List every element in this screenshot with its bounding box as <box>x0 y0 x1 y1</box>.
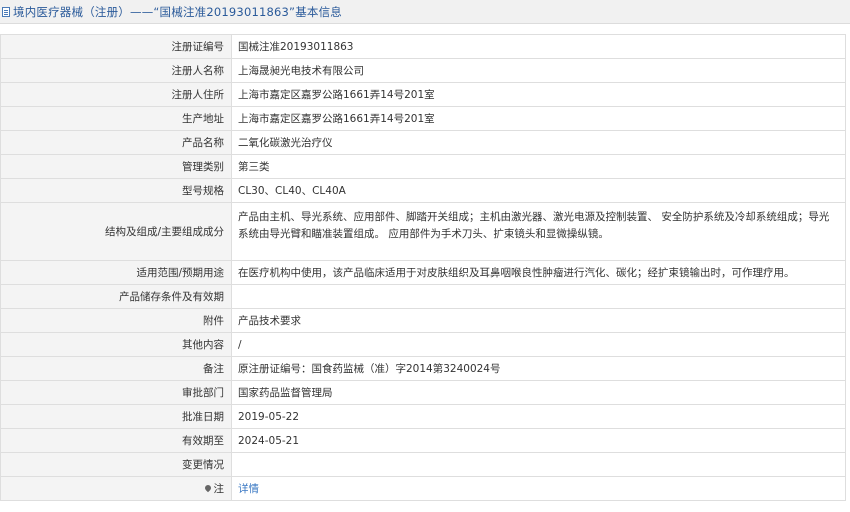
table-row: 注 详情 <box>0 476 846 501</box>
note-label-cell: 注 <box>0 476 232 501</box>
row-value: CL30、CL40、CL40A <box>231 178 846 203</box>
table-row: 其他内容 / <box>0 332 846 357</box>
row-value: 原注册证编号：国食药监械（准）字2014第3240024号 <box>231 356 846 381</box>
table-row: 审批部门 国家药品监督管理局 <box>0 380 846 405</box>
row-label: 审批部门 <box>0 380 232 405</box>
note-value-cell: 详情 <box>231 476 846 501</box>
row-label: 注册人名称 <box>0 58 232 83</box>
table-row: 型号规格 CL30、CL40、CL40A <box>0 178 846 203</box>
row-label: 管理类别 <box>0 154 232 179</box>
row-value: 第三类 <box>231 154 846 179</box>
table-row: 有效期至 2024-05-21 <box>0 428 846 453</box>
table-row: 批准日期 2019-05-22 <box>0 404 846 429</box>
row-value: / <box>231 332 846 357</box>
row-label: 附件 <box>0 308 232 333</box>
row-value: 2019-05-22 <box>231 404 846 429</box>
row-label: 结构及组成/主要组成成分 <box>0 202 232 261</box>
row-label: 注 <box>213 483 225 495</box>
row-value: 产品技术要求 <box>231 308 846 333</box>
table-row: 附件 产品技术要求 <box>0 308 846 333</box>
row-label: 备注 <box>0 356 232 381</box>
row-value: 上海市嘉定区嘉罗公路1661弄14号201室 <box>231 82 846 107</box>
table-row: 变更情况 <box>0 452 846 477</box>
row-value: 产品由主机、导光系统、应用部件、脚踏开关组成；主机由激光器、激光电源及控制装置、… <box>231 202 846 261</box>
row-value <box>231 284 846 309</box>
document-icon <box>2 6 10 17</box>
row-label: 生产地址 <box>0 106 232 131</box>
row-label: 注册人住所 <box>0 82 232 107</box>
pin-icon <box>203 483 212 493</box>
row-label: 适用范围/预期用途 <box>0 260 232 285</box>
row-value: 国家药品监督管理局 <box>231 380 846 405</box>
page-title: 境内医疗器械（注册）——“国械注准20193011863”基本信息 <box>13 4 342 19</box>
row-label: 批准日期 <box>0 404 232 429</box>
row-label: 型号规格 <box>0 178 232 203</box>
info-table: 注册证编号 国械注准20193011863 注册人名称 上海晟昶光电技术有限公司… <box>0 34 846 501</box>
details-link[interactable]: 详情 <box>238 483 259 495</box>
row-value: 2024-05-21 <box>231 428 846 453</box>
row-label: 有效期至 <box>0 428 232 453</box>
table-row: 生产地址 上海市嘉定区嘉罗公路1661弄14号201室 <box>0 106 846 131</box>
table-row: 备注 原注册证编号：国食药监械（准）字2014第3240024号 <box>0 356 846 381</box>
table-row: 产品储存条件及有效期 <box>0 284 846 309</box>
table-row: 适用范围/预期用途 在医疗机构中使用，该产品临床适用于对皮肤组织及耳鼻咽喉良性肿… <box>0 260 846 285</box>
row-value: 在医疗机构中使用，该产品临床适用于对皮肤组织及耳鼻咽喉良性肿瘤进行汽化、碳化；经… <box>231 260 846 285</box>
table-row: 结构及组成/主要组成成分 产品由主机、导光系统、应用部件、脚踏开关组成；主机由激… <box>0 202 846 261</box>
row-label: 变更情况 <box>0 452 232 477</box>
table-row: 注册证编号 国械注准20193011863 <box>0 34 846 59</box>
table-row: 产品名称 二氧化碳激光治疗仪 <box>0 130 846 155</box>
table-row: 注册人住所 上海市嘉定区嘉罗公路1661弄14号201室 <box>0 82 846 107</box>
row-label: 产品名称 <box>0 130 232 155</box>
table-row: 注册人名称 上海晟昶光电技术有限公司 <box>0 58 846 83</box>
row-label: 产品储存条件及有效期 <box>0 284 232 309</box>
row-value: 国械注准20193011863 <box>231 34 846 59</box>
row-label: 其他内容 <box>0 332 232 357</box>
row-value: 上海晟昶光电技术有限公司 <box>231 58 846 83</box>
row-label: 注册证编号 <box>0 34 232 59</box>
row-value <box>231 452 846 477</box>
page-title-bar: 境内医疗器械（注册）——“国械注准20193011863”基本信息 <box>0 0 850 24</box>
row-value: 上海市嘉定区嘉罗公路1661弄14号201室 <box>231 106 846 131</box>
table-row: 管理类别 第三类 <box>0 154 846 179</box>
row-value: 二氧化碳激光治疗仪 <box>231 130 846 155</box>
